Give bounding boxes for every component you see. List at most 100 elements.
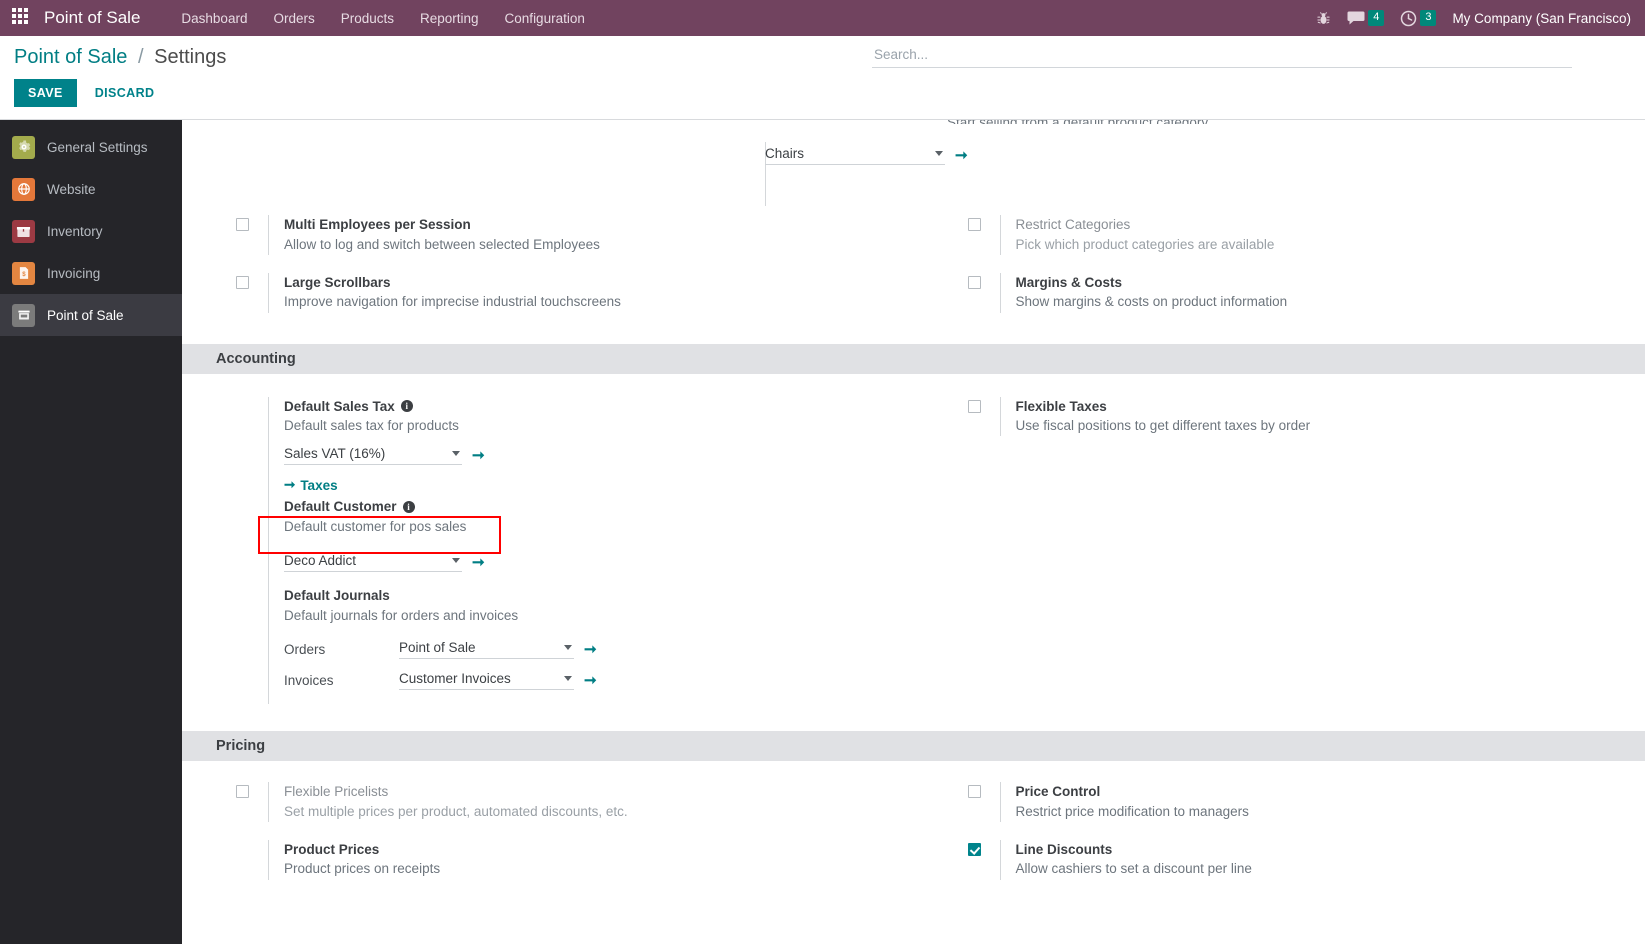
save-button[interactable]: SAVE — [14, 79, 77, 107]
settings-column-left: Product Prices Product prices on receipt… — [182, 831, 914, 889]
control-panel: Point of Sale / Settings SAVE DISCARD — [0, 36, 1645, 120]
taxes-link-label: Taxes — [300, 477, 338, 493]
sidebar-item-invoicing[interactable]: $ Invoicing — [0, 252, 182, 294]
gear-icon — [12, 135, 35, 159]
internal-link-arrow-icon[interactable]: ➞ — [955, 148, 968, 163]
product-category-select[interactable]: Chairs — [765, 146, 945, 165]
journal-invoices-select[interactable]: Customer Invoices — [399, 671, 574, 691]
internal-link-arrow-icon[interactable]: ➞ — [472, 555, 485, 570]
checkbox-placeholder — [236, 400, 249, 413]
nav-item-products[interactable]: Products — [328, 7, 407, 30]
setting-description: Default customer for pos sales — [284, 519, 467, 534]
chevron-down-icon[interactable] — [564, 676, 572, 682]
user-company-menu[interactable]: My Company (San Francisco) — [1452, 11, 1631, 26]
chevron-down-icon[interactable] — [935, 151, 943, 156]
chevron-down-icon[interactable] — [452, 451, 460, 457]
price-control-checkbox[interactable] — [967, 785, 981, 799]
sidebar-item-label: General Settings — [47, 139, 148, 155]
setting-body: Large Scrollbars Improve navigation for … — [268, 272, 894, 313]
setting-body: Margins & Costs Show margins & costs on … — [999, 272, 1626, 313]
journal-invoices-value: Customer Invoices — [399, 671, 511, 687]
journal-orders-label: Orders — [284, 642, 326, 658]
nav-item-dashboard[interactable]: Dashboard — [168, 7, 260, 30]
setting-price-control: Price Control Restrict price modificatio… — [967, 773, 1626, 831]
setting-title: Default Customer i — [284, 497, 894, 517]
default-sales-tax-select[interactable]: Sales VAT (16%) — [284, 446, 462, 466]
messages-menu[interactable]: 4 — [1347, 10, 1385, 26]
restrict-categories-checkbox[interactable] — [967, 218, 981, 231]
nav-item-orders[interactable]: Orders — [260, 7, 327, 30]
setting-description: Default journals for orders and invoices — [284, 607, 519, 623]
setting-body: Flexible Pricelists Set multiple prices … — [268, 782, 894, 822]
setting-title: Large Scrollbars — [284, 274, 391, 290]
app-brand-title[interactable]: Point of Sale — [44, 8, 140, 28]
activities-count-badge: 3 — [1420, 10, 1437, 26]
margins-costs-checkbox[interactable] — [967, 275, 981, 289]
info-icon[interactable]: i — [400, 400, 413, 413]
sidebar-item-website[interactable]: Website — [0, 168, 182, 210]
default-sales-tax-value: Sales VAT (16%) — [284, 446, 386, 462]
breadcrumb-separator: / — [137, 46, 144, 68]
activities-menu[interactable]: 3 — [1400, 10, 1437, 27]
nav-item-configuration[interactable]: Configuration — [492, 7, 598, 30]
sidebar-item-general-settings[interactable]: General Settings — [0, 126, 182, 168]
settings-row: Product Prices Product prices on receipt… — [182, 831, 1645, 889]
search-box — [872, 44, 1572, 68]
nav-item-reporting[interactable]: Reporting — [407, 7, 492, 30]
internal-link-arrow-icon[interactable]: ➞ — [472, 448, 485, 463]
setting-title: Default Journals — [284, 588, 390, 604]
box-icon — [12, 219, 35, 243]
setting-body: Line Discounts Allow cashiers to set a d… — [999, 839, 1626, 880]
settings-column-left: Flexible Pricelists Set multiple prices … — [182, 773, 914, 831]
internal-link-arrow-icon[interactable]: ➞ — [584, 673, 597, 688]
chevron-down-icon[interactable] — [452, 558, 460, 564]
chat-bubble-icon — [1347, 11, 1365, 25]
taxes-link[interactable]: ➞ Taxes — [284, 477, 338, 493]
setting-large-scrollbars: Large Scrollbars Improve navigation for … — [236, 264, 894, 322]
setting-title: Flexible Pricelists — [284, 784, 389, 800]
discard-button[interactable]: DISCARD — [83, 79, 167, 107]
setting-description: Set multiple prices per product, automat… — [284, 803, 628, 819]
invoice-icon: $ — [12, 261, 35, 285]
flexible-taxes-checkbox[interactable] — [967, 399, 981, 413]
setting-body: Product Prices Product prices on receipt… — [268, 839, 894, 880]
bug-icon[interactable] — [1316, 11, 1331, 26]
checkbox-placeholder — [236, 843, 249, 856]
sidebar-item-label: Inventory — [47, 223, 103, 239]
setting-flexible-taxes: Flexible Taxes Use fiscal positions to g… — [967, 388, 1626, 446]
setting-title: Multi Employees per Session — [284, 217, 471, 232]
settings-column-right: Price Control Restrict price modificatio… — [914, 773, 1645, 831]
setting-body: Price Control Restrict price modificatio… — [999, 782, 1626, 822]
setting-description: Pick which product categories are availa… — [1015, 236, 1275, 252]
arrow-right-icon: ➞ — [284, 477, 296, 493]
setting-default-sales-tax: Default Sales Tax i Default sales tax fo… — [236, 388, 894, 705]
sidebar-item-inventory[interactable]: Inventory — [0, 210, 182, 252]
sidebar-item-point-of-sale[interactable]: Point of Sale — [0, 294, 182, 336]
settings-content: Start selling from a default product cat… — [182, 120, 1645, 944]
sidebar-item-label: Invoicing — [47, 265, 101, 281]
settings-sidebar: General Settings Website Inventory $ Inv… — [0, 120, 182, 944]
setting-description: Use fiscal positions to get different ta… — [1015, 418, 1311, 434]
interface-settings-block: Multi Employees per Session Allow to log… — [182, 206, 1645, 322]
setting-title-text: Default Sales Tax — [284, 398, 395, 414]
internal-link-arrow-icon[interactable]: ➞ — [584, 642, 597, 657]
journal-orders-select[interactable]: Point of Sale — [399, 640, 574, 660]
default-customer-value: Deco Addict — [284, 553, 357, 569]
apps-grid-icon[interactable] — [12, 8, 32, 28]
settings-row: Large Scrollbars Improve navigation for … — [182, 264, 1645, 322]
setting-description: Allow to log and switch between selected… — [284, 236, 600, 252]
journal-row-invoices: Invoices Customer Invoices ➞ — [284, 671, 894, 691]
breadcrumb-root[interactable]: Point of Sale — [14, 46, 127, 68]
settings-column-left: Large Scrollbars Improve navigation for … — [182, 264, 914, 322]
search-input[interactable] — [874, 47, 1570, 62]
setting-restrict-categories: Restrict Categories Pick which product c… — [967, 206, 1626, 264]
info-icon[interactable]: i — [402, 501, 415, 514]
line-discounts-checkbox[interactable] — [967, 842, 981, 856]
settings-column-left: Multi Employees per Session Allow to log… — [182, 206, 914, 264]
multi-employees-checkbox[interactable] — [236, 218, 249, 231]
chevron-down-icon[interactable] — [564, 645, 572, 651]
flexible-pricelists-checkbox[interactable] — [236, 785, 249, 799]
default-customer-select[interactable]: Deco Addict — [284, 553, 462, 573]
large-scrollbars-checkbox[interactable] — [236, 275, 249, 289]
settings-row: Multi Employees per Session Allow to log… — [182, 206, 1645, 264]
